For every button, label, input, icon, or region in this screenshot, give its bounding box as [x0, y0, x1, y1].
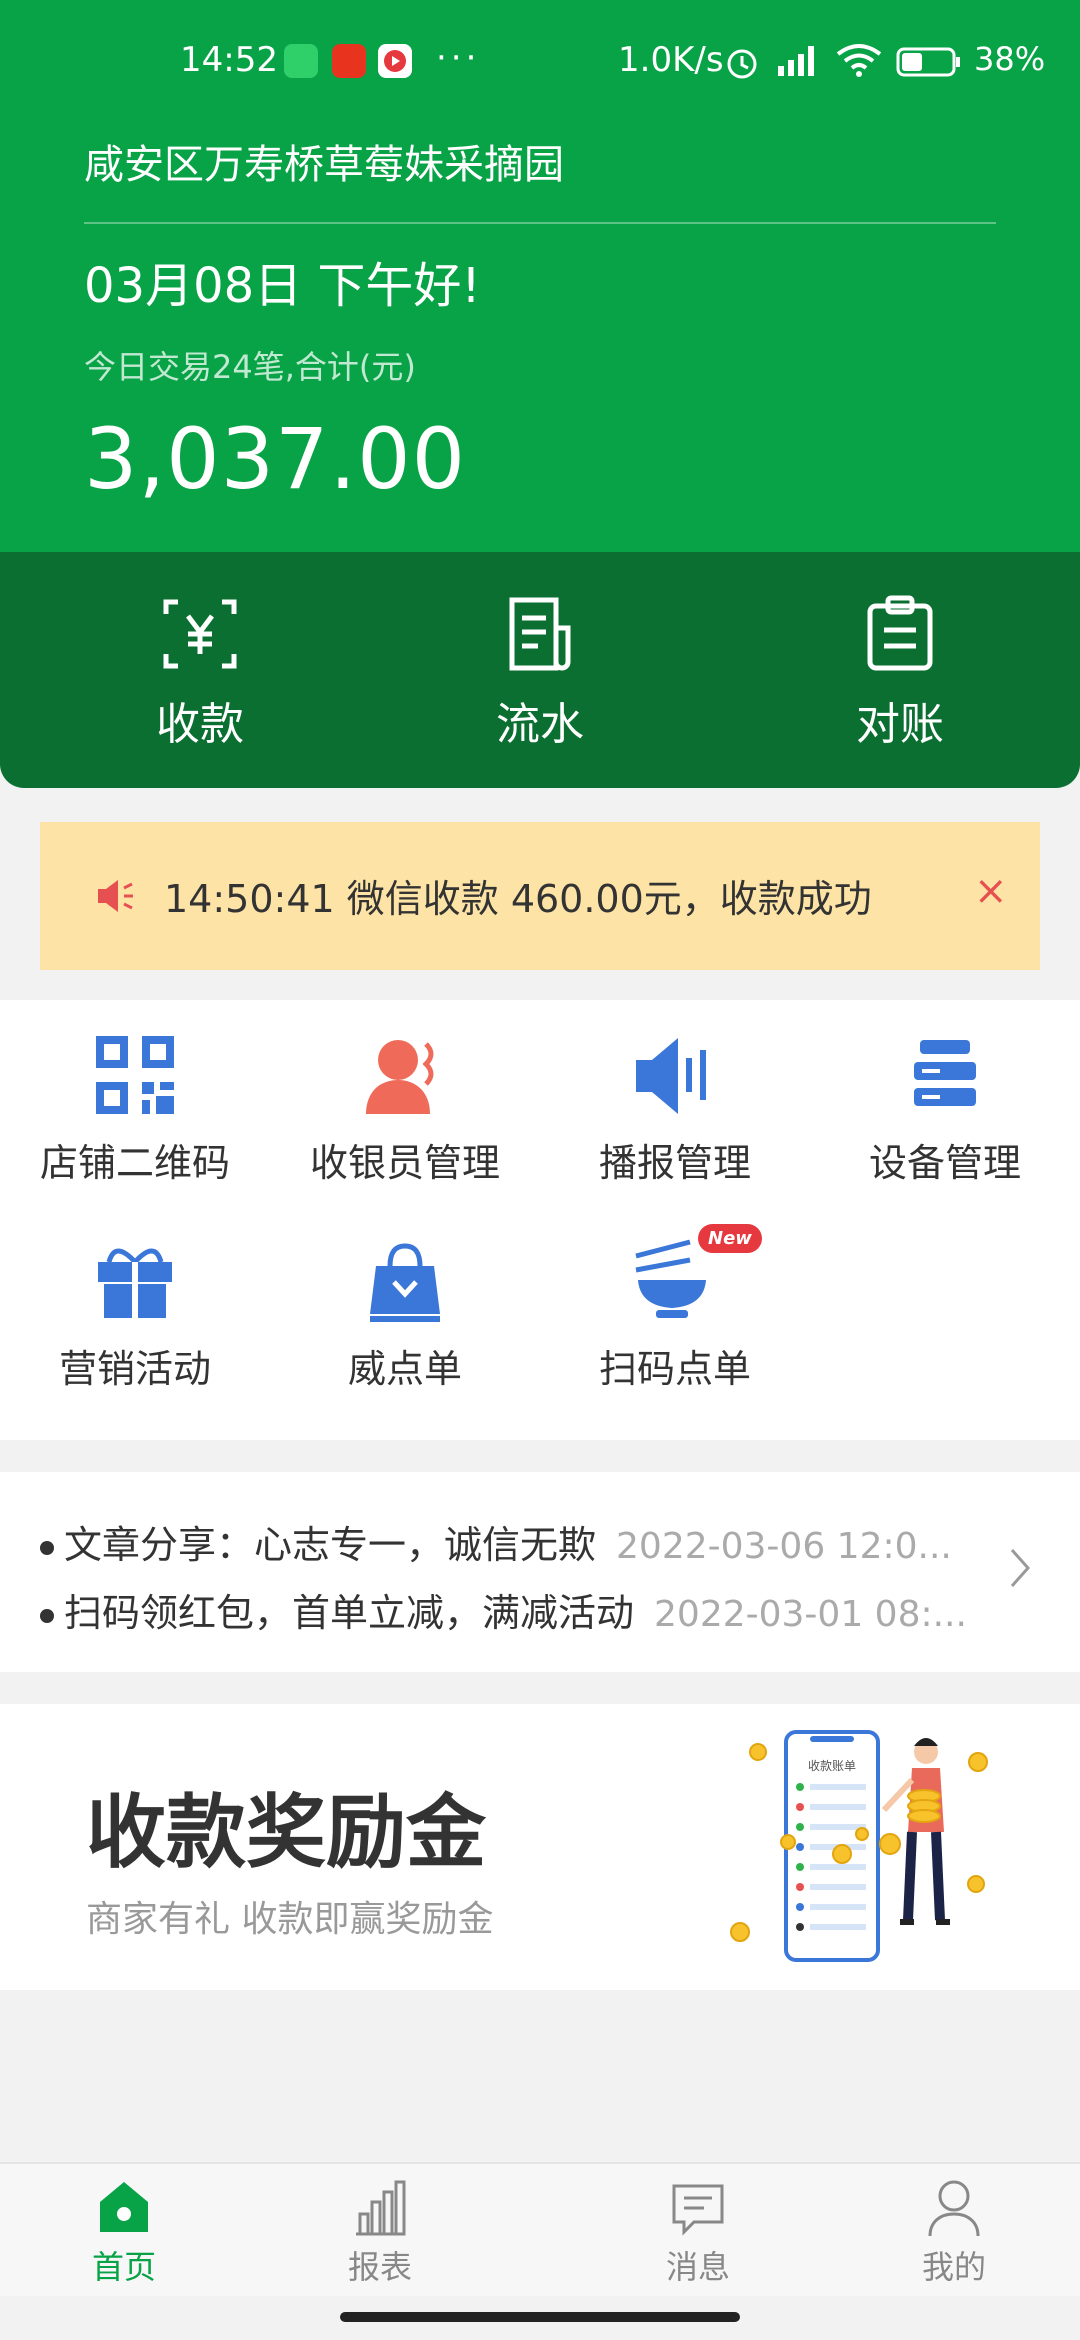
transactions-button[interactable]: 流水 — [430, 594, 650, 752]
bottom-nav: 首页 报表 消息 我的 — [0, 2162, 1080, 2296]
transaction-summary: 今日交易24笔,合计(元) — [84, 348, 416, 386]
user-icon — [924, 2178, 984, 2238]
grid-item-label: 扫码点单 — [598, 1347, 751, 1391]
grid-item-broadcast[interactable]: 播报管理 — [540, 1030, 810, 1187]
reconcile-button[interactable]: 对账 — [790, 594, 1010, 752]
grid-item-label: 设备管理 — [868, 1141, 1021, 1185]
clipboard-icon — [860, 594, 940, 674]
function-grid: 店铺二维码 收银员管理 播报管理 设备管理 营销活动 威点单 New 扫码点单 — [0, 1000, 1080, 1440]
nav-label: 报表 — [347, 2248, 412, 2286]
wifi-icon — [834, 42, 884, 87]
nav-reports[interactable]: 报表 — [300, 2178, 460, 2288]
store-name: 咸安区万寿桥草莓妹采摘园 — [84, 142, 564, 188]
bullet-icon — [40, 1540, 54, 1555]
nav-label: 消息 — [665, 2248, 730, 2286]
transactions-label: 流水 — [496, 699, 584, 750]
grid-item-label: 收银员管理 — [309, 1141, 500, 1185]
news-date: 2022-03-06 12:0... — [616, 1526, 952, 1567]
nav-label: 我的 — [921, 2248, 986, 2286]
status-net-speed: 1.0K/s — [618, 40, 724, 80]
news-panel[interactable]: 文章分享：心志专一，诚信无欺 2022-03-06 12:0... 扫码领红包，首… — [0, 1472, 1080, 1672]
phone-bill-label: 收款账单 — [808, 1759, 856, 1773]
reward-subtitle: 商家有礼 收款即赢奖励金 — [86, 1899, 494, 1940]
total-amount: 3,037.00 — [84, 410, 467, 508]
yuan-scan-icon — [160, 594, 240, 674]
bar-chart-icon — [350, 2178, 410, 2238]
header-divider — [84, 222, 996, 224]
battery-percent: 38% — [974, 40, 1046, 78]
grid-item-device[interactable]: 设备管理 — [810, 1030, 1080, 1187]
notice-text: 14:50:41 微信收款 460.00元，收款成功 — [164, 877, 872, 921]
nav-messages[interactable]: 消息 — [618, 2178, 778, 2288]
news-title: 文章分享：心志专一，诚信无欺 — [64, 1523, 597, 1567]
app-badge-icon — [332, 44, 366, 78]
greeting: 03月08日 下午好! — [84, 258, 481, 314]
nav-home[interactable]: 首页 — [44, 2178, 204, 2288]
status-time: 14:52 — [180, 40, 278, 80]
grid-item-label: 营销活动 — [58, 1347, 211, 1391]
grid-item-marketing[interactable]: 营销活动 — [0, 1236, 270, 1393]
reward-banner[interactable]: 收款奖励金 商家有礼 收款即赢奖励金 收款账单 — [0, 1704, 1080, 1990]
news-item[interactable]: 扫码领红包，首单立减，满减活动 2022-03-01 08:... — [40, 1582, 967, 1637]
status-more: ··· — [436, 38, 481, 78]
news-date: 2022-03-01 08:... — [654, 1594, 967, 1635]
grid-item-label: 播报管理 — [598, 1141, 751, 1185]
status-bar: 14:52 ··· 1.0K/s 38% — [0, 0, 1080, 120]
header: 14:52 ··· 1.0K/s 38% 咸安区万寿桥草莓妹采摘园 03月08日… — [0, 0, 1080, 790]
app-pay-icon — [284, 44, 318, 78]
bullet-icon — [40, 1608, 54, 1623]
reward-illustration: 收款账单 — [700, 1724, 1040, 1978]
news-item[interactable]: 文章分享：心志专一，诚信无欺 2022-03-06 12:0... — [40, 1514, 952, 1569]
collect-payment-button[interactable]: 收款 — [90, 594, 310, 752]
grid-item-store-qr[interactable]: 店铺二维码 — [0, 1030, 270, 1187]
grid-item-label: 威点单 — [347, 1347, 462, 1391]
app-video-icon — [378, 44, 412, 78]
shopping-bag-icon — [360, 1236, 450, 1326]
alarm-icon — [722, 42, 762, 91]
nav-label: 首页 — [91, 2248, 156, 2286]
grid-item-cashier[interactable]: 收银员管理 — [270, 1030, 540, 1187]
message-icon — [668, 2178, 728, 2238]
signal-icon — [774, 42, 824, 87]
new-badge: New — [698, 1224, 762, 1253]
chevron-right-icon[interactable] — [1008, 1546, 1032, 1594]
speaker-icon — [630, 1030, 720, 1120]
gift-icon — [90, 1236, 180, 1326]
close-icon[interactable]: × — [974, 868, 1008, 914]
noodle-bowl-icon: New — [630, 1224, 762, 1326]
document-icon — [500, 594, 580, 674]
battery-icon — [896, 46, 962, 86]
grid-item-label: 店铺二维码 — [39, 1141, 230, 1185]
server-icon — [900, 1030, 990, 1120]
grid-item-scan-order[interactable]: New 扫码点单 — [540, 1224, 810, 1393]
collect-payment-label: 收款 — [156, 699, 244, 750]
home-indicator[interactable] — [340, 2312, 740, 2322]
news-title: 扫码领红包，首单立减，满减活动 — [64, 1591, 635, 1635]
nav-profile[interactable]: 我的 — [874, 2178, 1034, 2288]
payment-notice[interactable]: 14:50:41 微信收款 460.00元，收款成功 × — [40, 822, 1040, 970]
reward-title: 收款奖励金 — [86, 1786, 486, 1879]
home-icon — [94, 2178, 154, 2238]
reconcile-label: 对账 — [856, 699, 944, 750]
grid-item-wei-order[interactable]: 威点单 — [270, 1236, 540, 1393]
speaker-icon — [96, 878, 136, 918]
cashier-icon — [360, 1030, 450, 1120]
qr-code-icon — [90, 1030, 180, 1120]
